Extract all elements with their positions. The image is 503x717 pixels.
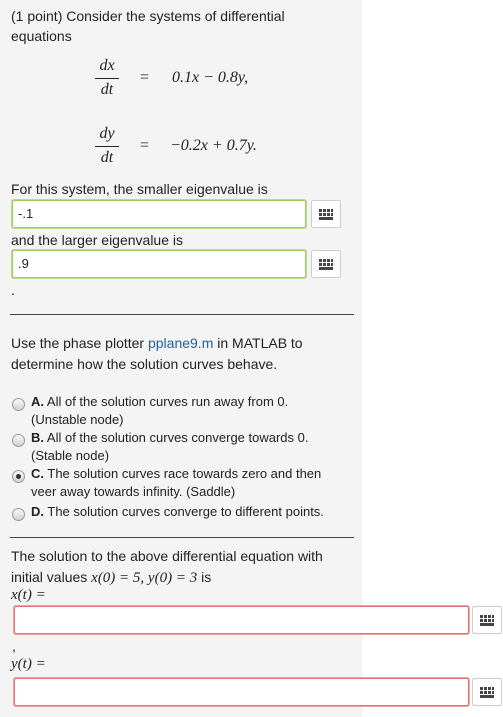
keypad-button-3[interactable] — [472, 606, 502, 634]
prompt-line-2: determine how the solution curves behave… — [11, 356, 278, 372]
prompt-line-1: Use the phase plotter pplane9.m in MATLA… — [11, 335, 303, 351]
keypad-grid-icon — [480, 615, 494, 626]
q1-period: . — [11, 282, 15, 298]
eq2-denominator: dt — [100, 149, 114, 166]
smaller-eigenvalue-label: For this system, the smaller eigenvalue … — [11, 181, 268, 197]
keypad-button-2[interactable] — [311, 250, 341, 278]
eq2-equals: = — [140, 137, 150, 154]
larger-eigenvalue-input[interactable]: .9 — [12, 250, 306, 278]
keypad-grid-icon — [319, 209, 333, 220]
eq2-rhs: −0.2x + 0.7y. — [170, 137, 257, 154]
option-a[interactable]: A. All of the solution curves run away f… — [31, 393, 288, 429]
eq1-fraction-bar — [95, 78, 119, 79]
pplane9-link[interactable]: pplane9.m — [148, 335, 213, 351]
option-d[interactable]: D. The solution curves converge to diffe… — [31, 503, 324, 521]
keypad-grid-icon — [319, 259, 333, 270]
y-of-t-label: y(t) = — [11, 656, 46, 672]
eq2-fraction-bar — [95, 146, 119, 147]
option-b-radio[interactable] — [12, 434, 25, 447]
keypad-grid-icon — [480, 687, 494, 698]
option-d-radio[interactable] — [12, 508, 25, 521]
section-divider-1 — [10, 314, 354, 315]
eq1-denominator: dt — [100, 81, 114, 98]
smaller-eigenvalue-input[interactable]: -.1 — [12, 200, 306, 228]
section-divider-2 — [10, 537, 354, 538]
larger-eigenvalue-label: and the larger eigenvalue is — [11, 232, 184, 248]
eq1-numerator: dx — [99, 57, 115, 74]
q3-comma: , — [12, 638, 16, 654]
eq1-equals: = — [140, 69, 150, 86]
x-of-t-input[interactable] — [14, 606, 469, 634]
option-c[interactable]: C. The solution curves race towards zero… — [31, 465, 321, 501]
option-a-radio[interactable] — [12, 398, 25, 411]
option-c-radio[interactable] — [12, 470, 25, 483]
eq2-numerator: dy — [99, 125, 115, 142]
problem-intro: (1 point) Consider the systems of differ… — [11, 6, 285, 46]
phase-plotter-prompt: Use the phase plotter pplane9.m in MATLA… — [11, 333, 303, 375]
option-b[interactable]: B. All of the solution curves converge t… — [31, 429, 309, 465]
solution-prompt: The solution to the above differential e… — [11, 546, 323, 589]
solution-line-2: initial values x(0) = 5, y(0) = 3 is — [11, 569, 212, 586]
y-of-t-input[interactable] — [14, 678, 469, 706]
x-of-t-label: x(t) = — [11, 587, 46, 603]
keypad-button-4[interactable] — [472, 678, 502, 706]
intro-line-2: equations — [11, 28, 72, 44]
solution-line-1: The solution to the above differential e… — [11, 548, 323, 564]
keypad-button-1[interactable] — [311, 200, 341, 228]
eq1-rhs: 0.1x − 0.8y, — [172, 69, 249, 86]
intro-line-1: (1 point) Consider the systems of differ… — [11, 8, 285, 24]
